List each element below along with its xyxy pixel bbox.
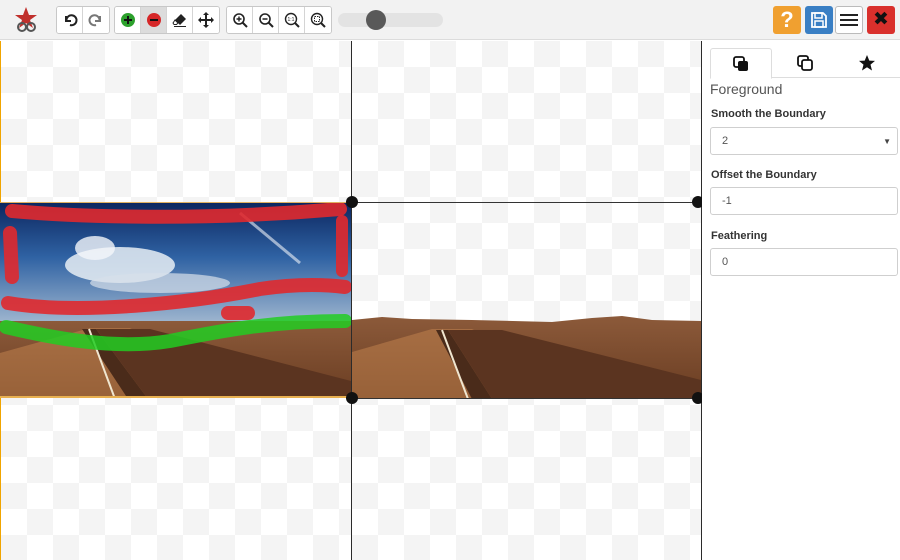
crop-handle-bottom-left[interactable] bbox=[346, 392, 358, 404]
zoom-ratio-text: 1:1 bbox=[287, 17, 294, 23]
mark-foreground-button[interactable] bbox=[115, 7, 141, 33]
move-icon bbox=[198, 12, 214, 28]
settings-panel: Foreground Smooth the Boundary 2 ▼ Offse… bbox=[702, 41, 900, 560]
brush-size-slider[interactable] bbox=[338, 10, 443, 30]
smooth-select[interactable]: 2 ▼ bbox=[710, 127, 898, 155]
slider-thumb[interactable] bbox=[366, 10, 386, 30]
tab-copy[interactable] bbox=[774, 48, 836, 78]
toolbar: 1:1 ? ✖ bbox=[0, 0, 900, 40]
offset-value: -1 bbox=[722, 195, 732, 207]
help-button[interactable]: ? bbox=[773, 6, 801, 34]
offset-label: Offset the Boundary bbox=[711, 169, 817, 181]
plus-circle-icon bbox=[120, 13, 135, 27]
crop-handle-top-left[interactable] bbox=[346, 196, 358, 208]
feathering-input[interactable]: 0 bbox=[710, 248, 898, 276]
crop-bottom-edge[interactable] bbox=[352, 398, 700, 399]
desert-road-photo bbox=[0, 203, 351, 396]
close-button[interactable]: ✖ bbox=[867, 6, 895, 34]
zoom-fit-icon bbox=[310, 12, 326, 28]
source-image[interactable] bbox=[0, 202, 351, 398]
hamburger-icon bbox=[840, 14, 858, 26]
panel-title: Foreground bbox=[710, 81, 783, 97]
mark-tools-group bbox=[114, 6, 220, 34]
eraser-icon bbox=[171, 14, 186, 27]
zoom-out-button[interactable] bbox=[253, 7, 279, 33]
app-logo[interactable] bbox=[13, 5, 39, 33]
zoom-group: 1:1 bbox=[226, 6, 332, 34]
feathering-label: Feathering bbox=[711, 230, 768, 242]
chevron-down-icon: ▼ bbox=[883, 137, 891, 146]
undo-button[interactable] bbox=[57, 7, 83, 33]
tab-foreground[interactable] bbox=[710, 48, 772, 79]
zoom-out-icon bbox=[258, 13, 274, 28]
feathering-value: 0 bbox=[722, 256, 729, 268]
panel-tabs bbox=[710, 48, 900, 79]
redo-icon bbox=[88, 14, 101, 27]
mark-background-button[interactable] bbox=[141, 7, 167, 33]
zoom-fit-button[interactable] bbox=[305, 7, 331, 33]
zoom-1to1-icon: 1:1 bbox=[284, 12, 300, 28]
layers-filled-icon bbox=[733, 55, 748, 71]
close-icon: ✖ bbox=[873, 9, 889, 30]
eraser-button[interactable] bbox=[167, 7, 193, 33]
cutout-image[interactable] bbox=[352, 202, 701, 399]
undo-icon bbox=[64, 14, 77, 27]
move-button[interactable] bbox=[193, 7, 219, 33]
redo-button[interactable] bbox=[83, 7, 109, 33]
zoom-in-button[interactable] bbox=[227, 7, 253, 33]
history-group bbox=[56, 6, 110, 34]
layers-outline-icon bbox=[797, 55, 813, 71]
smooth-value: 2 bbox=[722, 135, 729, 147]
tab-favorites[interactable] bbox=[836, 48, 898, 78]
save-button[interactable] bbox=[805, 6, 833, 34]
minus-circle-icon bbox=[146, 13, 161, 27]
crop-top-edge[interactable] bbox=[352, 202, 700, 203]
zoom-in-icon bbox=[232, 13, 248, 28]
cutout-road-photo bbox=[352, 316, 701, 399]
star-icon bbox=[859, 55, 875, 71]
menu-button[interactable] bbox=[835, 6, 863, 34]
smooth-label: Smooth the Boundary bbox=[711, 108, 826, 120]
offset-input[interactable]: -1 bbox=[710, 187, 898, 215]
zoom-actual-button[interactable]: 1:1 bbox=[279, 7, 305, 33]
floppy-icon bbox=[811, 12, 827, 28]
question-icon: ? bbox=[780, 7, 794, 32]
